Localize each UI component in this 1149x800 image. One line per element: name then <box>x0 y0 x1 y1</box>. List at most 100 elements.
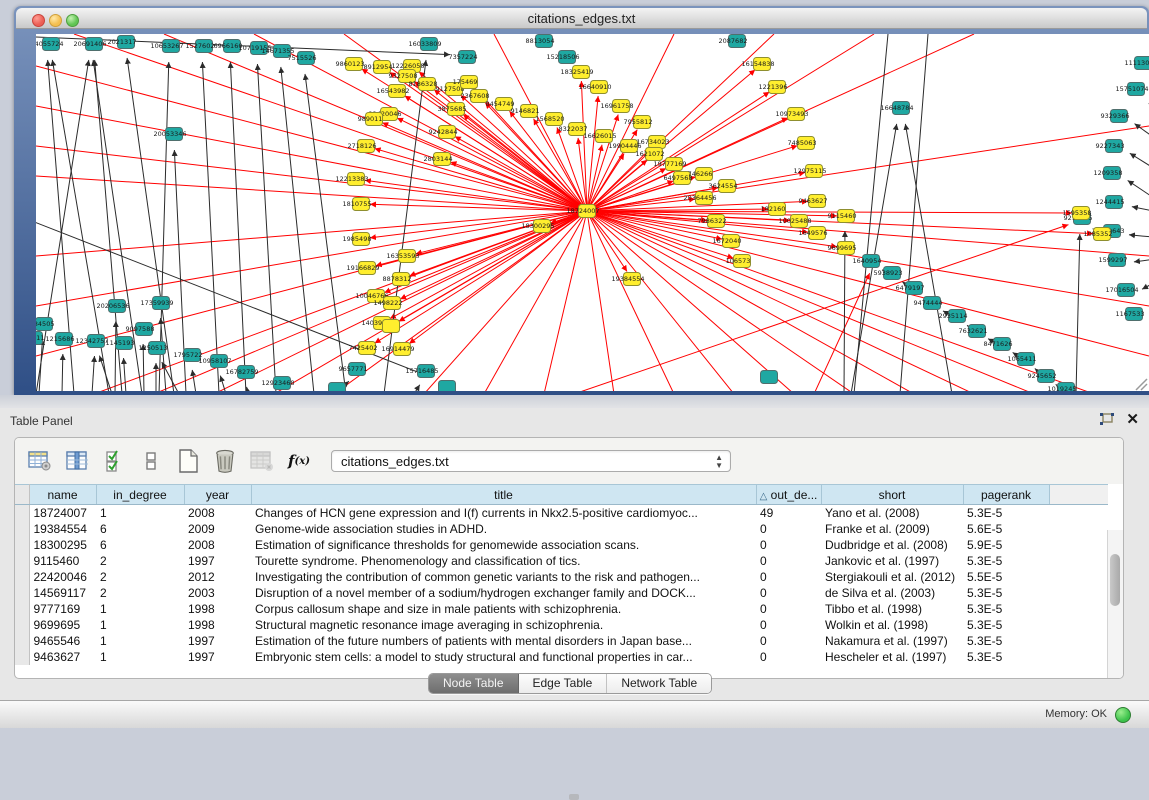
table-cell[interactable]: 9115460 <box>29 553 96 569</box>
network-node-teal[interactable]: 5938923 <box>874 267 903 280</box>
table-cell[interactable]: Nakamura et al. (1997) <box>821 633 963 649</box>
table-cell[interactable]: 9465546 <box>29 633 96 649</box>
network-node-teal[interactable]: 7357224 <box>449 51 478 64</box>
network-node-teal[interactable]: 1111304 <box>1125 57 1149 70</box>
table-cell[interactable]: Embryonic stem cells: a model to study s… <box>251 649 756 665</box>
table-cell[interactable]: 0 <box>756 617 821 633</box>
table-cell[interactable]: 9777169 <box>29 601 96 617</box>
network-node-teal[interactable]: 1167533 <box>1116 308 1145 321</box>
network-node-yellow[interactable]: 8878312 <box>383 273 412 286</box>
table-cell[interactable]: de Silva et al. (2003) <box>821 585 963 601</box>
network-node-teal[interactable]: 12342757 <box>75 335 108 348</box>
table-cell[interactable]: 5.3E-5 <box>963 505 1049 522</box>
network-node-yellow[interactable]: 7425402 <box>349 342 378 355</box>
network-node-yellow[interactable]: 12213383 <box>335 173 368 186</box>
unselect-rows-icon[interactable] <box>139 449 163 473</box>
delete-icon[interactable] <box>213 449 237 473</box>
table-row[interactable]: 1872400712008Changes of HCN gene express… <box>15 505 1108 522</box>
network-node-yellow[interactable]: 1672040 <box>713 235 742 248</box>
network-node-teal[interactable]: 16033809 <box>408 38 441 51</box>
table-scrollbar-thumb[interactable] <box>1110 554 1120 606</box>
table-row[interactable]: 969969511998Structural magnetic resonanc… <box>15 617 1108 633</box>
table-cell[interactable]: Changes of HCN gene expression and I(f) … <box>251 505 756 522</box>
network-node-yellow[interactable]: 9860123 <box>336 58 365 71</box>
table-cell[interactable]: 5.9E-5 <box>963 537 1049 553</box>
network-node-yellow[interactable]: 20364456 <box>683 192 716 205</box>
network-node-teal[interactable]: 9245652 <box>1028 370 1057 383</box>
network-node-yellow[interactable]: 16914479 <box>381 343 414 356</box>
table-cell[interactable]: 2003 <box>184 585 251 601</box>
table-cell[interactable]: 0 <box>756 601 821 617</box>
table-row[interactable]: 946554611997Estimation of the future num… <box>15 633 1108 649</box>
network-node-yellow[interactable]: 1085352 <box>1084 228 1113 241</box>
table-cell[interactable]: 1998 <box>184 601 251 617</box>
table-cell[interactable]: 0 <box>756 633 821 649</box>
network-node-teal[interactable]: 15716485 <box>405 365 438 378</box>
table-cell[interactable]: 9699695 <box>29 617 96 633</box>
network-node-teal[interactable]: 8471626 <box>984 338 1013 351</box>
table-cell[interactable]: Estimation of significance thresholds fo… <box>251 537 756 553</box>
network-node-teal[interactable]: 1145193 <box>106 337 135 350</box>
table-cell[interactable]: 2 <box>96 585 184 601</box>
table-cell[interactable]: 1998 <box>184 617 251 633</box>
network-node-teal[interactable]: 17016504 <box>1105 284 1138 297</box>
column-header-in_degree[interactable]: in_degree <box>96 485 184 505</box>
table-cell[interactable]: Wolkin et al. (1998) <box>821 617 963 633</box>
table-cell[interactable]: Investigating the contribution of common… <box>251 569 756 585</box>
table-cell[interactable]: 1 <box>96 617 184 633</box>
table-cell[interactable]: Jankovic et al. (1997) <box>821 553 963 569</box>
network-node-yellow[interactable]: 3875685 <box>438 103 467 116</box>
table-cell[interactable]: 1997 <box>184 553 251 569</box>
table-cell[interactable]: Hescheler et al. (1997) <box>821 649 963 665</box>
table-cell[interactable]: 5.5E-5 <box>963 569 1049 585</box>
table-row[interactable]: 1938455462009Genome-wide association stu… <box>15 521 1108 537</box>
network-node-teal[interactable]: 12923468 <box>261 377 294 390</box>
table-cell[interactable]: Tibbo et al. (1998) <box>821 601 963 617</box>
float-panel-icon[interactable] <box>1099 413 1114 427</box>
network-canvas[interactable]: 1405572420691406202131710653267152760269… <box>36 34 1149 391</box>
network-node-yellow[interactable]: 16154838 <box>741 58 774 71</box>
column-header-title[interactable]: title <box>251 485 756 505</box>
table-row[interactable]: 2242004622012Investigating the contribut… <box>15 569 1108 585</box>
table-cell[interactable]: 5.3E-5 <box>963 553 1049 569</box>
table-row[interactable]: 911546021997Tourette syndrome. Phenomeno… <box>15 553 1108 569</box>
network-node-yellow[interactable]: 1649576 <box>799 227 828 240</box>
network-node-yellow[interactable]: 1568520 <box>536 113 565 126</box>
table-cell[interactable]: 5.6E-5 <box>963 521 1049 537</box>
table-cell[interactable]: Genome-wide association studies in ADHD. <box>251 521 756 537</box>
network-node-yellow[interactable]: 1498222 <box>374 297 403 310</box>
network-node-yellow[interactable]: 16626015 <box>583 130 616 143</box>
network-node-teal[interactable]: 10653267 <box>150 40 183 53</box>
network-node-yellow[interactable]: 16961758 <box>600 100 633 113</box>
table-cell[interactable]: 5.3E-5 <box>963 585 1049 601</box>
network-node-yellow[interactable]: 16640910 <box>578 81 611 94</box>
network-node-teal[interactable]: 2935114 <box>939 310 968 323</box>
network-node-teal[interactable]: 2087682 <box>719 35 748 48</box>
table-cell[interactable]: Structural magnetic resonance image aver… <box>251 617 756 633</box>
network-node-yellow[interactable]: 10973493 <box>775 108 808 121</box>
table-cell[interactable]: 9463627 <box>29 649 96 665</box>
table-cell[interactable]: 1997 <box>184 633 251 649</box>
table-cell[interactable]: Corpus callosum shape and size in male p… <box>251 601 756 617</box>
table-cell[interactable]: 0 <box>756 537 821 553</box>
network-node-yellow[interactable]: 10025488 <box>778 215 811 228</box>
table-cell[interactable]: 2 <box>96 553 184 569</box>
tab-edge-table[interactable]: Edge Table <box>519 674 608 693</box>
network-node-yellow[interactable]: 2718126 <box>348 140 377 153</box>
select-rows-icon[interactable] <box>102 449 126 473</box>
network-node-teal[interactable]: 20053346 <box>153 128 186 141</box>
column-select-icon[interactable] <box>65 449 89 473</box>
network-node-teal[interactable]: 6479197 <box>896 282 925 295</box>
table-cell[interactable]: Franke et al. (2009) <box>821 521 963 537</box>
network-node-yellow[interactable]: 106573 <box>726 255 751 268</box>
table-cell[interactable]: 22420046 <box>29 569 96 585</box>
table-cell[interactable]: 0 <box>756 521 821 537</box>
network-node-teal[interactable] <box>761 371 778 384</box>
new-document-icon[interactable] <box>176 449 200 473</box>
delete-table-icon[interactable] <box>250 449 274 473</box>
table-settings-icon[interactable] <box>28 449 52 473</box>
network-node-yellow[interactable]: 9115460 <box>828 210 857 223</box>
table-cell[interactable]: 2012 <box>184 569 251 585</box>
network-node-yellow[interactable]: 1810755 <box>343 198 372 211</box>
network-node-teal[interactable]: 1640954 <box>853 255 882 268</box>
